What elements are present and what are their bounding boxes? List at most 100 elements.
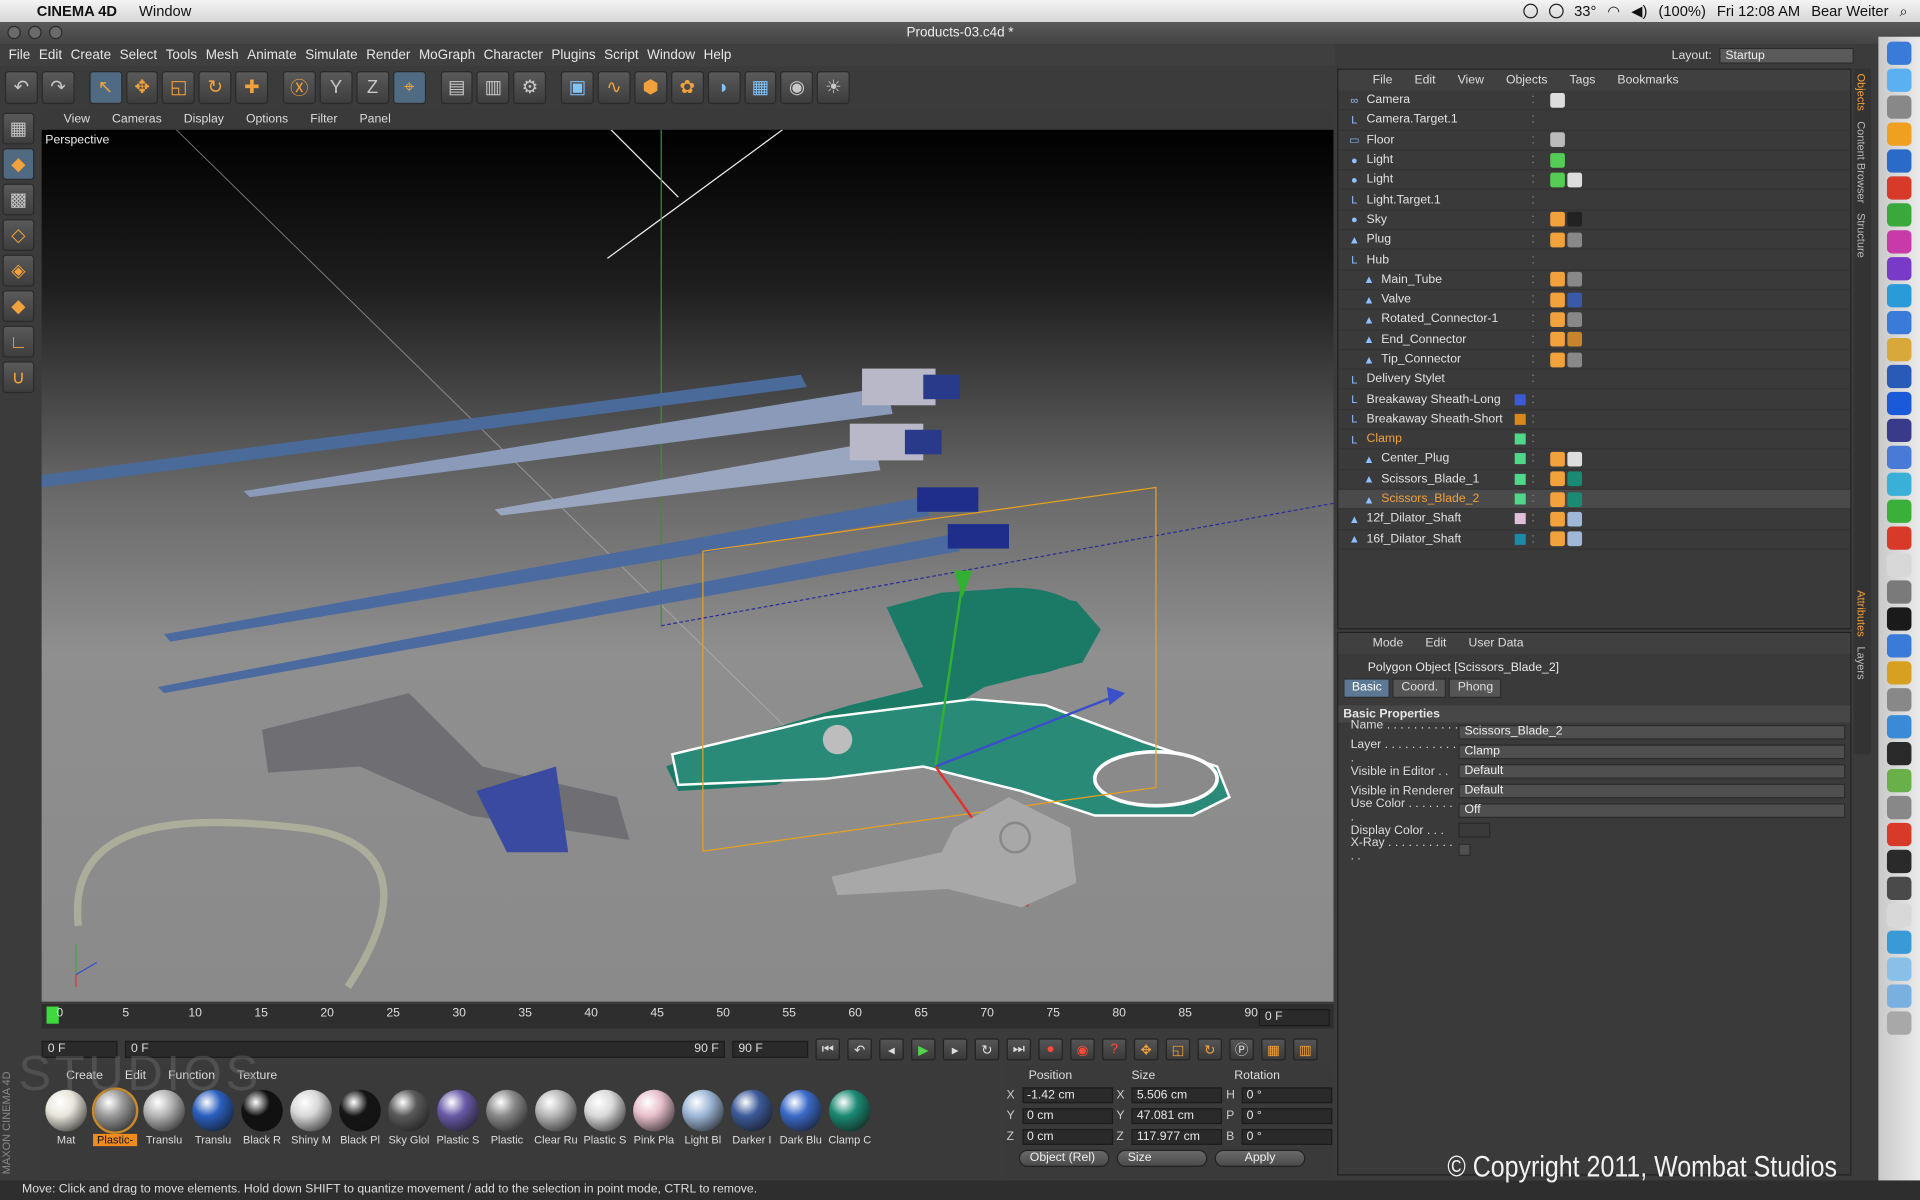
visibility-dots[interactable]: ⁚ bbox=[1526, 214, 1541, 225]
tag-icon[interactable] bbox=[1550, 312, 1565, 327]
app-menu-item[interactable]: MoGraph bbox=[419, 48, 475, 63]
current-frame-field[interactable]: 0 F bbox=[1258, 1008, 1330, 1027]
tag-icon[interactable] bbox=[1550, 172, 1565, 188]
size-field[interactable]: 5.506 cm bbox=[1131, 1087, 1223, 1104]
dock-app-icon[interactable] bbox=[1886, 553, 1912, 577]
select-tool-icon[interactable]: ↖ bbox=[89, 70, 122, 104]
dock-app-icon[interactable] bbox=[1886, 149, 1912, 173]
zoom-button[interactable] bbox=[48, 25, 63, 40]
x-axis-icon[interactable]: Ⓧ bbox=[282, 70, 316, 104]
snap-icon[interactable]: ∪ bbox=[2, 361, 35, 394]
visibility-dots[interactable]: ⁚ bbox=[1526, 414, 1541, 425]
loop-icon[interactable]: ↻ bbox=[974, 1038, 1000, 1061]
side-tab[interactable]: Attributes bbox=[1855, 590, 1867, 637]
record-icon[interactable]: ● bbox=[1038, 1038, 1063, 1061]
app-menu-item[interactable]: Select bbox=[120, 48, 157, 63]
layer-color-chip[interactable] bbox=[1514, 473, 1526, 485]
object-row[interactable]: L Light.Target.1 ⁚ bbox=[1338, 190, 1851, 211]
object-row[interactable]: ● Light ⁚ bbox=[1338, 150, 1851, 171]
last-tool-icon[interactable]: ✚ bbox=[235, 70, 269, 104]
layer-color-chip[interactable] bbox=[1515, 334, 1526, 345]
object-row[interactable]: ▲ Plug ⁚ bbox=[1338, 230, 1851, 251]
size-mode-dropdown[interactable]: Size bbox=[1116, 1149, 1208, 1167]
layer-color-chip[interactable] bbox=[1515, 94, 1526, 105]
layer-color-chip[interactable] bbox=[1515, 214, 1526, 225]
render-settings-icon[interactable]: ⚙ bbox=[513, 70, 547, 104]
object-row[interactable]: ▲ Center_Plug ⁚ bbox=[1338, 450, 1851, 470]
visibility-dots[interactable]: ⁚ bbox=[1526, 254, 1541, 265]
object-row[interactable]: ▲ Tip_Connector ⁚ bbox=[1338, 350, 1851, 370]
render-picture-icon[interactable]: ▥ bbox=[476, 70, 510, 104]
visibility-dots[interactable]: ⁚ bbox=[1526, 514, 1541, 525]
apply-button[interactable]: Apply bbox=[1214, 1149, 1306, 1167]
side-tab[interactable]: Structure bbox=[1855, 213, 1867, 258]
y-axis-button[interactable]: Y bbox=[319, 70, 353, 104]
tag-icon[interactable] bbox=[1550, 232, 1565, 248]
timeline-window-icon[interactable]: ▥ bbox=[1293, 1038, 1318, 1061]
menubar-window[interactable]: Window bbox=[139, 2, 191, 19]
visibility-dots[interactable]: ⁚ bbox=[1526, 194, 1541, 205]
make-editable-icon[interactable]: ▦ bbox=[2, 112, 35, 145]
object-row[interactable]: ∞ Camera ⁚ bbox=[1338, 91, 1851, 111]
dock-app-icon[interactable] bbox=[1886, 391, 1912, 416]
dock-app-icon[interactable] bbox=[1886, 661, 1912, 685]
viewport-menu-item[interactable]: Filter bbox=[310, 112, 337, 125]
app-menu-item[interactable]: Animate bbox=[247, 48, 296, 63]
tag-icon[interactable] bbox=[1550, 292, 1565, 307]
tag-icon[interactable] bbox=[1550, 531, 1565, 547]
dock-app-icon[interactable] bbox=[1886, 472, 1912, 496]
visibility-dots[interactable]: ⁚ bbox=[1526, 154, 1541, 165]
attribute-value-field[interactable]: Scissors_Blade_2 bbox=[1458, 724, 1846, 740]
dock-app-icon[interactable] bbox=[1886, 903, 1912, 927]
key-rotation-icon[interactable]: ↻ bbox=[1197, 1038, 1223, 1061]
3d-viewport[interactable] bbox=[41, 129, 1334, 1002]
material-swatch[interactable]: Clamp C bbox=[828, 1089, 872, 1146]
go-to-start-icon[interactable]: ⏮ bbox=[815, 1038, 841, 1061]
tag-icon[interactable] bbox=[1550, 471, 1565, 487]
attribute-tab[interactable]: Coord. bbox=[1392, 678, 1447, 698]
object-row[interactable]: ▲ Scissors_Blade_1 ⁚ bbox=[1338, 470, 1851, 490]
layer-color-chip[interactable] bbox=[1515, 174, 1526, 185]
material-swatch[interactable]: Shiny M bbox=[289, 1089, 333, 1146]
move-tool-icon[interactable]: ✥ bbox=[125, 70, 159, 104]
play-icon[interactable]: ▶ bbox=[911, 1038, 936, 1061]
render-view-icon[interactable]: ▤ bbox=[440, 70, 474, 104]
tag-icon[interactable] bbox=[1567, 232, 1583, 248]
visibility-dots[interactable]: ⁚ bbox=[1526, 94, 1541, 105]
sheath-short[interactable] bbox=[494, 423, 942, 516]
object-row[interactable]: L Hub ⁚ bbox=[1338, 250, 1851, 271]
tag-icon[interactable] bbox=[1567, 531, 1583, 547]
attribute-menu-item[interactable]: Mode bbox=[1373, 637, 1404, 650]
app-menu-item[interactable]: Character bbox=[484, 48, 543, 63]
layer-color-chip[interactable] bbox=[1515, 154, 1526, 165]
size-field[interactable]: 47.081 cm bbox=[1131, 1108, 1223, 1125]
app-menu-item[interactable]: Script bbox=[604, 48, 638, 63]
autokey-icon[interactable]: ◉ bbox=[1070, 1038, 1095, 1061]
visibility-dots[interactable]: ⁚ bbox=[1526, 334, 1541, 345]
tag-icon[interactable] bbox=[1567, 272, 1583, 287]
position-field[interactable]: 0 cm bbox=[1022, 1108, 1113, 1125]
tag-icon[interactable] bbox=[1550, 511, 1565, 527]
attribute-menu-item[interactable]: Edit bbox=[1425, 637, 1446, 650]
app-menu-item[interactable]: File bbox=[9, 48, 31, 63]
key-pla-icon[interactable]: ▦ bbox=[1261, 1038, 1286, 1061]
position-field[interactable]: 0 cm bbox=[1022, 1128, 1113, 1145]
visibility-dots[interactable]: ⁚ bbox=[1526, 374, 1541, 385]
attribute-value-field[interactable]: Off bbox=[1458, 803, 1846, 818]
visibility-dots[interactable]: ⁚ bbox=[1526, 174, 1541, 185]
object-row[interactable]: L Clamp ⁚ bbox=[1338, 430, 1851, 450]
object-menu-item[interactable]: Edit bbox=[1414, 73, 1435, 86]
tag-icon[interactable] bbox=[1567, 511, 1583, 527]
attribute-value-field[interactable]: Default bbox=[1458, 783, 1846, 799]
app-menu-item[interactable]: Help bbox=[704, 48, 732, 63]
spline-icon[interactable]: ∿ bbox=[597, 70, 631, 104]
layer-color-chip[interactable] bbox=[1514, 533, 1526, 545]
dock-app-icon[interactable] bbox=[1886, 257, 1912, 281]
tag-icon[interactable] bbox=[1567, 312, 1583, 327]
light-icon[interactable]: ☀ bbox=[817, 70, 850, 104]
display-color-swatch[interactable] bbox=[1458, 822, 1491, 838]
material-swatch[interactable]: Plastic S bbox=[436, 1089, 480, 1146]
layout-dropdown[interactable]: Startup bbox=[1719, 47, 1854, 64]
visibility-dots[interactable]: ⁚ bbox=[1526, 274, 1541, 285]
visibility-dots[interactable]: ⁚ bbox=[1526, 434, 1541, 445]
